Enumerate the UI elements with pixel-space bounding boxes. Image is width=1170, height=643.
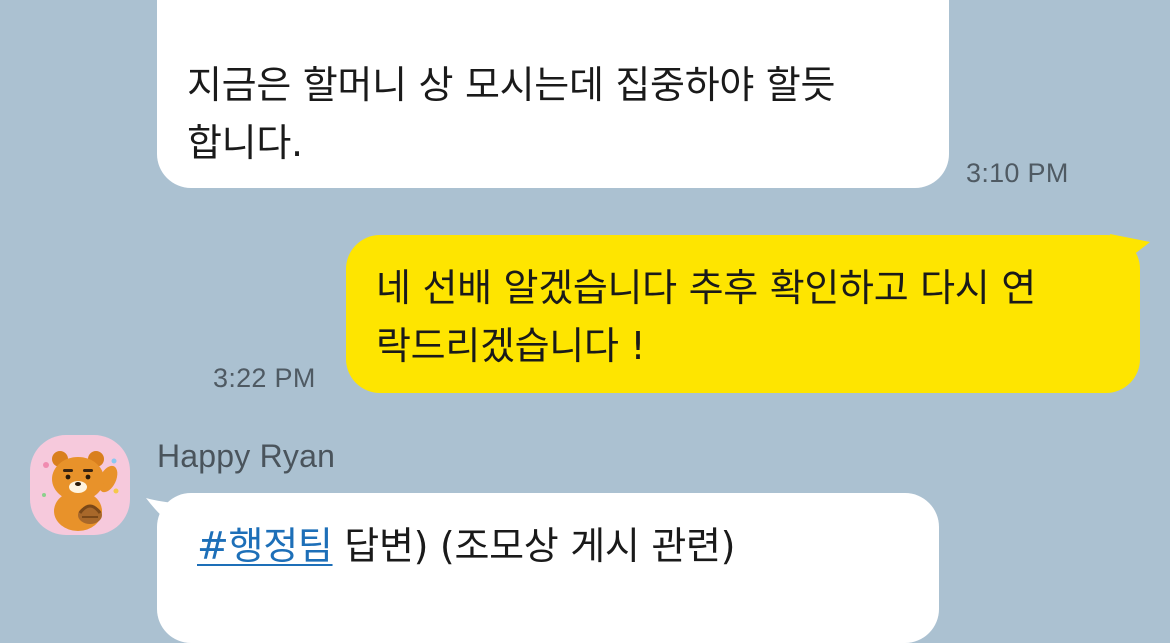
message-text-line: 지금은 할머니 상 모시는데 집중하야 할듯 (187, 63, 836, 107)
message-timestamp: 3:22 PM (213, 363, 316, 393)
message-text-line: #행정팀 답변) (조모상 게시 관련) (197, 517, 909, 575)
message-text: 답변) (조모상 게시 관련) (332, 524, 736, 568)
sender-name: Happy Ryan (157, 438, 336, 474)
ryan-character-avatar[interactable] (30, 435, 130, 535)
received-message-bubble[interactable]: 지금은 할머니 상 모시는데 집중하야 할듯 합니다. (157, 0, 949, 188)
hashtag-link[interactable]: #행정팀 (197, 524, 333, 568)
message-text-line: 합니다. (187, 121, 303, 165)
received-message-bubble[interactable]: #행정팀 답변) (조모상 게시 관련) (157, 493, 939, 643)
message-timestamp: 3:10 PM (966, 158, 1069, 188)
sent-message-bubble[interactable]: 네 선배 알겠습니다 추후 확인하고 다시 연 락드리겠습니다 ! (346, 235, 1140, 393)
message-text-line: 네 선배 알겠습니다 추후 확인하고 다시 연 (376, 266, 1036, 310)
message-text-line: 락드리겠습니다 ! (376, 324, 646, 368)
